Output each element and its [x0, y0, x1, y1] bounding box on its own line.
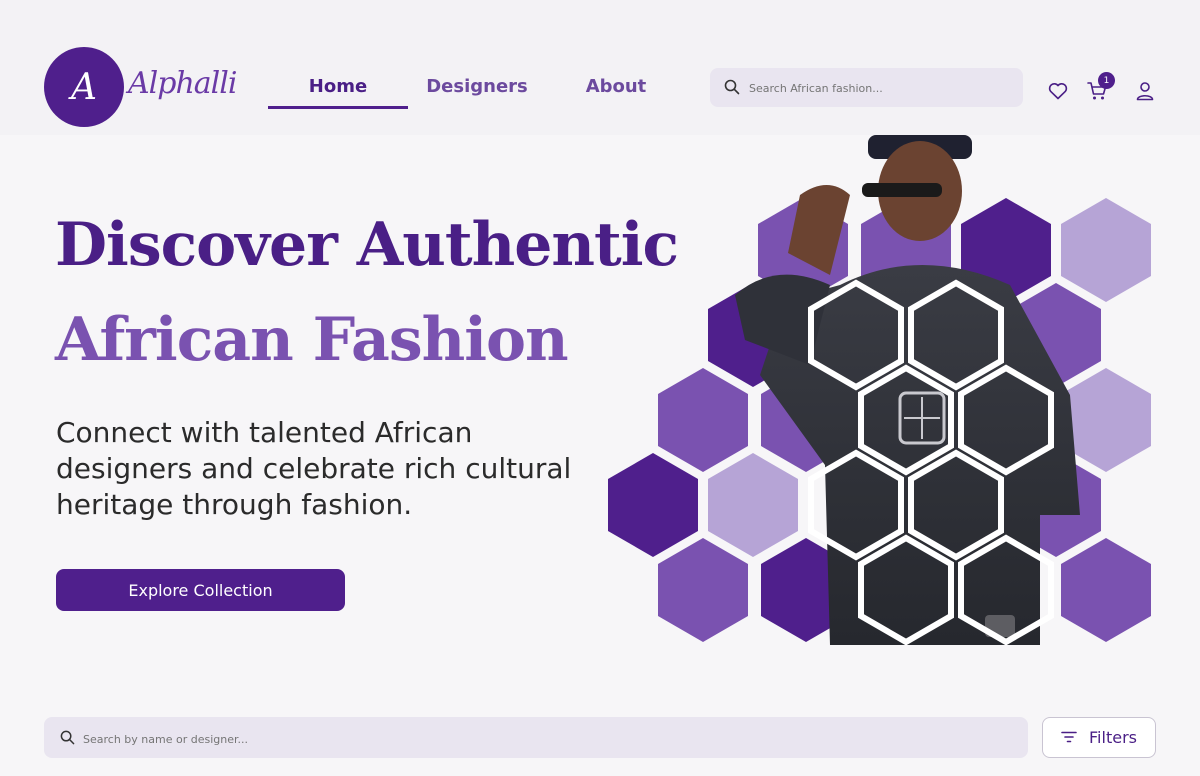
- filter-icon: [1061, 728, 1077, 747]
- hexagon-tile: [608, 453, 698, 557]
- hexagon-tile: [708, 453, 798, 557]
- catalog-search-input[interactable]: [81, 727, 985, 751]
- hero-hexagon-image: [608, 135, 1151, 646]
- search-icon: [60, 730, 75, 749]
- hexagon-tile: [1061, 538, 1151, 642]
- hero-title-line2: African Fashion: [55, 305, 569, 375]
- nav-home-link[interactable]: Home: [268, 76, 408, 97]
- heart-icon[interactable]: [1048, 82, 1068, 104]
- header-search-input[interactable]: [747, 76, 1011, 100]
- explore-collection-button[interactable]: Explore Collection: [56, 569, 345, 611]
- hero-subtitle: Connect with talented African designers …: [56, 416, 572, 521]
- nav-about-link[interactable]: About: [570, 76, 662, 97]
- hexagon-tile: [658, 538, 748, 642]
- top-header: A Alphalli Home Designers About 1: [0, 0, 1200, 135]
- logo-wordmark[interactable]: Alphalli: [128, 66, 237, 101]
- hexagon-tile: [1061, 198, 1151, 302]
- cart-count-badge: 1: [1098, 72, 1115, 89]
- filters-label: Filters: [1089, 728, 1137, 747]
- hero-title-line1: Discover Authentic: [55, 210, 679, 280]
- search-icon: [724, 79, 740, 99]
- nav-active-indicator: [268, 106, 408, 109]
- nav-designers-link[interactable]: Designers: [418, 76, 536, 97]
- hexagon-tile: [658, 368, 748, 472]
- user-icon[interactable]: [1135, 81, 1155, 105]
- header-search-bar: [710, 68, 1023, 107]
- catalog-search-bar: [44, 717, 1028, 758]
- filters-button[interactable]: Filters: [1042, 717, 1156, 758]
- logo-mark[interactable]: A: [44, 47, 124, 127]
